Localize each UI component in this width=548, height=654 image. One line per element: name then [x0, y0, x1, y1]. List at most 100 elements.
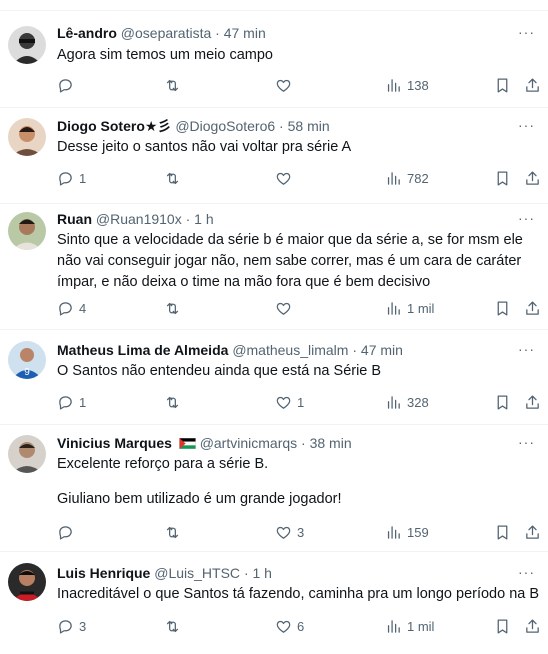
retweet-icon — [166, 79, 179, 91]
more-icon[interactable]: ··· — [518, 565, 534, 583]
like-button[interactable]: 1 — [275, 392, 304, 412]
more-icon[interactable]: ··· — [518, 435, 534, 453]
reply-count: 3 — [79, 618, 87, 634]
views-icon — [387, 525, 400, 539]
action-bar: 138 — [57, 75, 548, 95]
more-icon[interactable]: ··· — [518, 342, 534, 360]
reply-button[interactable]: 1 — [57, 392, 86, 412]
bookmark-button[interactable] — [494, 522, 511, 542]
share-button[interactable] — [524, 298, 541, 318]
timestamp[interactable]: 1 h — [253, 565, 272, 581]
display-name[interactable]: Lê-andro — [57, 25, 117, 41]
action-bar: 4 1 mil — [57, 298, 548, 318]
display-name[interactable]: Vinicius Marques — [57, 435, 172, 451]
avatar[interactable] — [8, 212, 46, 250]
retweet-button[interactable] — [164, 522, 186, 542]
timestamp[interactable]: 58 min — [288, 118, 330, 134]
bookmark-button[interactable] — [494, 75, 511, 95]
like-count: 6 — [297, 618, 305, 634]
display-name[interactable]: Ruan — [57, 211, 92, 227]
user-handle[interactable]: @DiogoSotero6 — [175, 118, 275, 134]
more-icon[interactable]: ··· — [518, 25, 534, 43]
display-name[interactable]: Diogo Sotero★彡 — [57, 118, 171, 134]
like-icon — [276, 79, 291, 92]
share-button[interactable] — [524, 616, 541, 636]
views-icon — [387, 171, 400, 185]
share-button[interactable] — [524, 168, 541, 188]
like-button[interactable] — [275, 75, 297, 95]
tweet-header: Ruan @Ruan1910x · 1 h — [57, 209, 508, 229]
retweet-icon — [166, 396, 179, 408]
views-count: 138 — [407, 77, 429, 93]
reply-button[interactable]: 4 — [57, 298, 86, 318]
share-button[interactable] — [524, 75, 541, 95]
like-button[interactable] — [275, 168, 297, 188]
retweet-button[interactable] — [164, 168, 186, 188]
reply-button[interactable] — [57, 522, 79, 542]
bookmark-button[interactable] — [494, 298, 511, 318]
tweet-header: Vinicius Marques @artvinicmarqs · 38 min — [57, 433, 508, 453]
action-bar: 1 1 328 — [57, 392, 548, 412]
tweet[interactable]: 9 Matheus Lima de Almeida @matheus_limal… — [0, 330, 548, 425]
retweet-button[interactable] — [164, 298, 186, 318]
tweet[interactable]: Vinicius Marques @artvinicmarqs · 38 min… — [0, 425, 548, 552]
bookmark-button[interactable] — [494, 168, 511, 188]
user-handle[interactable]: @matheus_limalm — [232, 342, 348, 358]
avatar[interactable]: 9 — [8, 341, 46, 379]
more-icon[interactable]: ··· — [518, 211, 534, 229]
tweet[interactable]: Diogo Sotero★彡 @DiogoSotero6 · 58 min ··… — [0, 108, 548, 204]
tweet-paragraph: Agora sim temos um meio campo — [57, 47, 273, 63]
palestine-flag-icon — [178, 438, 196, 449]
retweet-button[interactable] — [164, 392, 186, 412]
tweet[interactable]: Lê-andro @oseparatista · 47 min ··· Agor… — [0, 11, 548, 108]
share-button[interactable] — [524, 522, 541, 542]
user-handle[interactable]: @Ruan1910x — [96, 211, 182, 227]
tweet-header: Diogo Sotero★彡 @DiogoSotero6 · 58 min — [57, 116, 508, 136]
reply-button[interactable] — [57, 75, 79, 95]
timestamp[interactable]: 47 min — [361, 342, 403, 358]
display-name[interactable]: Matheus Lima de Almeida — [57, 342, 228, 358]
user-handle[interactable]: @artvinicmarqs — [200, 435, 297, 451]
bookmark-button[interactable] — [494, 392, 511, 412]
views-icon — [387, 395, 400, 409]
views-button[interactable]: 159 — [385, 522, 429, 542]
views-icon — [387, 301, 400, 315]
reply-icon — [59, 525, 72, 540]
tweet-paragraph: Giuliano bem utilizado é um grande jogad… — [57, 491, 342, 507]
bookmark-icon — [497, 77, 508, 93]
share-button[interactable] — [524, 392, 541, 412]
bookmark-icon — [497, 618, 508, 634]
views-button[interactable]: 1 mil — [385, 298, 434, 318]
like-icon — [276, 172, 291, 185]
reply-button[interactable]: 3 — [57, 616, 86, 636]
tweet[interactable]: Ruan @Ruan1910x · 1 h ··· Sinto que a ve… — [0, 204, 548, 330]
timestamp[interactable]: 38 min — [310, 435, 352, 451]
reply-count: 1 — [79, 170, 87, 186]
like-button[interactable]: 3 — [275, 522, 304, 542]
user-handle[interactable]: @Luis_HTSC — [154, 565, 240, 581]
avatar[interactable] — [8, 118, 46, 156]
views-button[interactable]: 328 — [385, 392, 429, 412]
reply-icon — [59, 171, 72, 186]
display-name[interactable]: Luis Henrique — [57, 565, 150, 581]
user-handle[interactable]: @oseparatista — [121, 25, 211, 41]
bookmark-button[interactable] — [494, 616, 511, 636]
views-button[interactable]: 782 — [385, 168, 429, 188]
views-button[interactable]: 138 — [385, 75, 429, 95]
retweet-button[interactable] — [164, 616, 186, 636]
svg-text:9: 9 — [24, 367, 30, 378]
like-button[interactable]: 6 — [275, 616, 304, 636]
avatar[interactable] — [8, 563, 46, 601]
retweet-button[interactable] — [164, 75, 186, 95]
timestamp[interactable]: 47 min — [224, 25, 266, 41]
reply-button[interactable]: 1 — [57, 168, 86, 188]
avatar[interactable] — [8, 435, 46, 473]
share-icon — [526, 394, 539, 409]
timestamp[interactable]: 1 h — [194, 211, 213, 227]
more-icon[interactable]: ··· — [518, 118, 534, 136]
views-button[interactable]: 1 mil — [385, 616, 434, 636]
tweet[interactable]: Luis Henrique @Luis_HTSC · 1 h ··· Inacr… — [0, 552, 548, 654]
like-button[interactable] — [275, 298, 297, 318]
avatar[interactable] — [8, 26, 46, 64]
like-count: 3 — [297, 524, 305, 540]
